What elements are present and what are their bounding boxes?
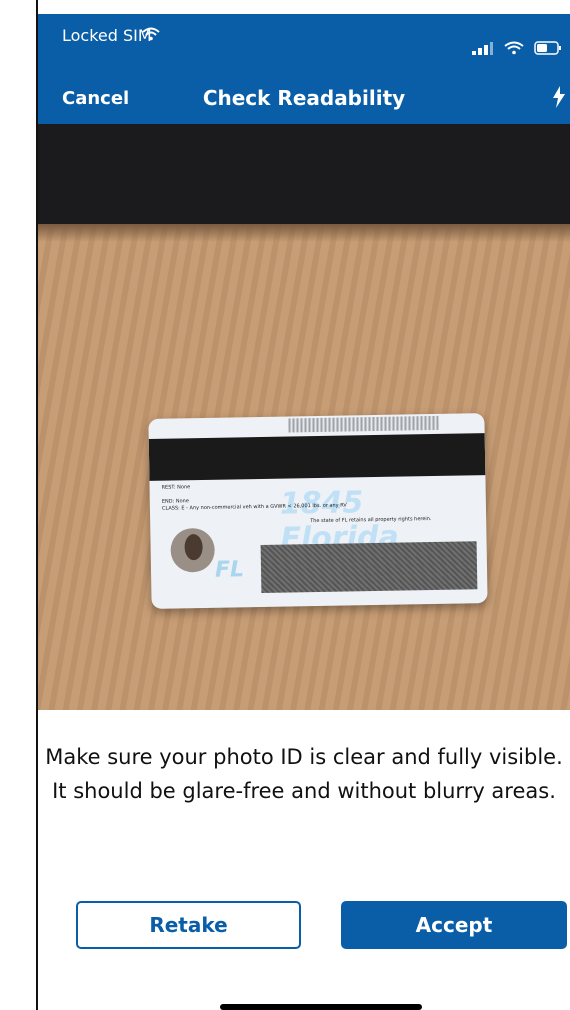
card-endorsements: END: None [161, 498, 189, 505]
barcode-area [288, 415, 439, 433]
magnetic-stripe [148, 433, 486, 481]
home-indicator[interactable] [220, 1004, 422, 1010]
card-fl-watermark: FL [214, 557, 245, 583]
app-screen: Locked SIM Cancel Check Readability 1845… [38, 14, 570, 1010]
portrait-face [184, 534, 203, 561]
carrier-label: Locked SIM [62, 26, 152, 45]
accept-button[interactable]: Accept [341, 901, 567, 949]
card-restrictions: REST: None [161, 484, 191, 491]
retake-button[interactable]: Retake [76, 901, 301, 949]
battery-icon [534, 40, 562, 59]
flash-icon[interactable] [552, 86, 566, 112]
keyboard-in-photo [38, 124, 570, 242]
id-card: 1845 Florida REST: None END: None CLASS:… [148, 413, 488, 609]
instruction-text: Make sure your photo ID is clear and ful… [45, 745, 563, 803]
id-photo-preview: 1845 Florida REST: None END: None CLASS:… [38, 124, 570, 710]
page-title: Check Readability [202, 86, 406, 110]
navigation-bar: Cancel Check Readability [38, 76, 570, 124]
wifi-icon [504, 40, 524, 59]
status-bar: Locked SIM [38, 14, 570, 76]
wifi-icon [142, 26, 160, 45]
redacted-barcode [260, 541, 478, 593]
status-indicators [472, 40, 562, 59]
left-margin [0, 0, 37, 1010]
signal-icon [472, 40, 494, 59]
